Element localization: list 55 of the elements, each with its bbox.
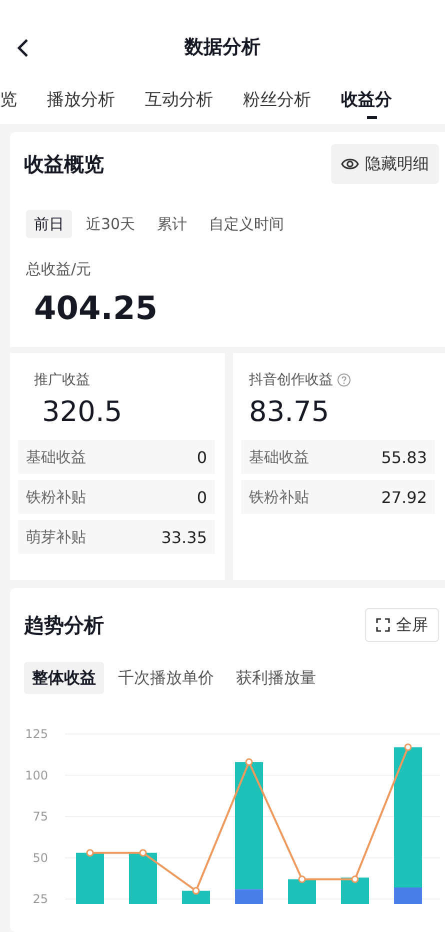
axis-label: 75 bbox=[32, 810, 48, 824]
tab[interactable]: 粉丝分析 bbox=[243, 82, 311, 124]
fullscreen-button[interactable]: 全屏 bbox=[365, 608, 439, 642]
fullscreen-icon bbox=[376, 618, 390, 632]
point bbox=[404, 743, 412, 751]
total-value: 404.25 bbox=[34, 289, 158, 327]
axis-label: 100 bbox=[25, 768, 48, 782]
eye-icon bbox=[341, 157, 359, 171]
bar bbox=[341, 878, 369, 904]
point bbox=[192, 887, 200, 895]
period-chip[interactable]: 自定义时间 bbox=[201, 210, 292, 238]
point bbox=[245, 758, 253, 766]
period-chip[interactable]: 近30天 bbox=[78, 210, 144, 238]
panel-value: 320.5 bbox=[42, 395, 124, 428]
help-icon[interactable] bbox=[337, 373, 351, 387]
point bbox=[298, 875, 306, 883]
metric-tab[interactable]: 整体收益 bbox=[24, 662, 104, 694]
point bbox=[351, 875, 359, 883]
panel-value: 83.75 bbox=[249, 395, 330, 428]
bar bbox=[288, 879, 316, 904]
detail-label: 铁粉补贴 bbox=[249, 488, 309, 506]
tab-indicator bbox=[366, 116, 376, 119]
panel-title: 抖音创作收益 bbox=[249, 371, 333, 389]
detail-label: 萌芽补贴 bbox=[26, 528, 86, 546]
tab[interactable]: 览 bbox=[0, 82, 17, 124]
bar bbox=[129, 852, 157, 904]
detail-value: 0 bbox=[196, 488, 207, 506]
period-chip[interactable]: 累计 bbox=[149, 210, 196, 238]
detail-value: 27.92 bbox=[381, 488, 427, 506]
panel-title: 推广收益 bbox=[34, 371, 90, 389]
detail-value: 33.35 bbox=[161, 528, 207, 546]
axis-label: 50 bbox=[32, 850, 48, 865]
axis-label: 25 bbox=[32, 892, 48, 904]
metric-tab[interactable]: 千次播放单价 bbox=[110, 662, 222, 694]
detail-label: 基础收益 bbox=[26, 448, 86, 466]
detail-label: 铁粉补贴 bbox=[26, 488, 86, 506]
total-label: 总收益/元 bbox=[26, 260, 92, 279]
detail-value: 55.83 bbox=[381, 448, 427, 466]
point bbox=[139, 849, 147, 857]
tab[interactable]: 收益分 bbox=[341, 82, 392, 124]
point bbox=[86, 849, 94, 857]
detail-value: 0 bbox=[196, 448, 207, 466]
section-title: 趋势分析 bbox=[24, 612, 104, 638]
hide-details-button[interactable]: 隐藏明细 bbox=[331, 144, 439, 184]
bar bbox=[76, 852, 104, 904]
back-icon[interactable] bbox=[16, 38, 30, 58]
section-title: 收益概览 bbox=[24, 150, 104, 178]
metric-tab[interactable]: 获利播放量 bbox=[228, 662, 324, 694]
detail-label: 基础收益 bbox=[249, 448, 309, 466]
bar bbox=[182, 890, 210, 904]
tab[interactable]: 播放分析 bbox=[47, 82, 115, 124]
period-chip[interactable]: 前日 bbox=[26, 210, 72, 238]
axis-label: 125 bbox=[25, 727, 48, 741]
page-title: 数据分析 bbox=[184, 35, 260, 60]
tab[interactable]: 互动分析 bbox=[145, 82, 213, 124]
